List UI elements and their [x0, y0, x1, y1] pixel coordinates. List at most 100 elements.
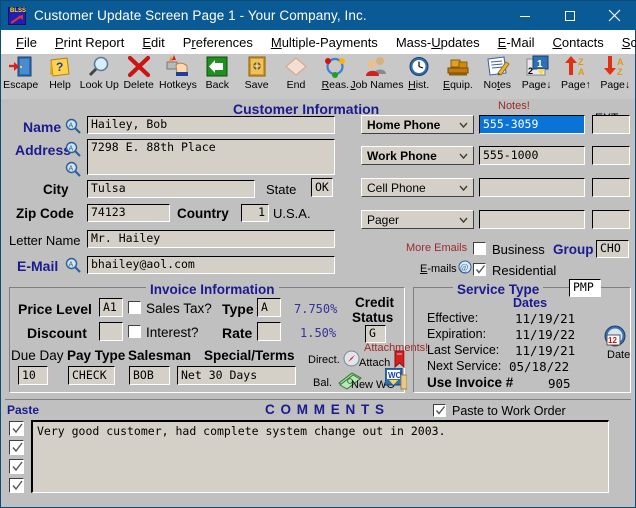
people-icon — [365, 57, 386, 76]
type-label: Type — [222, 301, 254, 317]
type-input[interactable]: A — [257, 298, 281, 317]
toolbar-label-back: Back — [205, 79, 229, 91]
cell-phone-type-select[interactable]: Cell Phone — [361, 178, 474, 197]
paste-checkbox-2[interactable] — [9, 440, 24, 455]
rate-input[interactable] — [257, 322, 281, 341]
toolbar-button-delete[interactable]: Delete — [119, 54, 158, 99]
maximize-button[interactable] — [547, 1, 592, 30]
toolbar-button-reassign[interactable]: Reas. — [316, 54, 355, 99]
toolbar-button-look-up[interactable]: Look Up — [80, 54, 119, 99]
work-phone-type-select[interactable]: Work Phone — [361, 146, 474, 165]
group-input[interactable]: CHO — [596, 240, 629, 258]
work-phone-input[interactable]: 555-1000 — [479, 146, 585, 165]
special-terms-input[interactable]: Net 30 Days — [177, 366, 296, 385]
help-book-icon: ? — [49, 57, 70, 77]
salesman-input[interactable]: BOB — [129, 366, 170, 385]
bookmark-attach-icon[interactable] — [393, 350, 406, 370]
paste-checkbox-1[interactable] — [9, 421, 24, 436]
menu-item-print-report[interactable]: Print Report — [46, 35, 133, 50]
checkmark-icon — [12, 461, 23, 472]
email-label: E-Mail — [17, 258, 59, 274]
menu-item-email[interactable]: E-Mail — [489, 35, 544, 50]
toolbar-button-page-down[interactable]: 1 2 Page↓ — [517, 54, 556, 99]
toolbar-button-notes[interactable]: Notes — [478, 54, 517, 99]
menu-item-contacts[interactable]: Contacts — [543, 35, 612, 50]
emails-label[interactable]: E-mails — [420, 263, 457, 275]
home-phone-type-select[interactable]: Home Phone — [361, 115, 474, 134]
tax-rate-display: 7.750% — [294, 302, 338, 316]
address-input[interactable]: 7298 E. 88th Place — [87, 139, 335, 175]
toolbar-button-escape[interactable]: Escape — [1, 54, 40, 99]
at-sign-icon[interactable]: @ — [458, 260, 472, 274]
date-picker-icon[interactable]: 12 — [603, 325, 627, 349]
work-phone-ext-input[interactable] — [592, 146, 630, 165]
home-phone-input[interactable]: 555-3059 — [479, 115, 585, 134]
credit-status-label-line1: Credit — [355, 295, 395, 310]
pay-type-input[interactable]: CHECK — [68, 366, 115, 385]
toolbar-label-look-up: Look Up — [79, 79, 119, 91]
close-button[interactable] — [592, 1, 636, 30]
email-input[interactable]: bhailey@aol.com — [87, 256, 335, 274]
checkmark-icon — [12, 442, 23, 453]
checkmark-icon — [12, 423, 23, 434]
price-level-input[interactable]: A1 — [99, 298, 123, 317]
compass-icon[interactable] — [343, 350, 360, 367]
menu-item-preferences[interactable]: Preferences — [174, 35, 262, 50]
country-code-input[interactable]: 1 — [241, 204, 269, 222]
toolbar-button-help[interactable]: ? Help — [40, 54, 79, 99]
notes-exclaim-label: Notes! — [498, 100, 530, 112]
toolbar-button-page-down-2[interactable]: A Z Page↓ — [596, 54, 635, 99]
minimize-button[interactable] — [502, 1, 547, 30]
toolbar-button-hotkeys[interactable]: Hotkeys — [158, 54, 197, 99]
sales-tax-checkbox[interactable] — [128, 301, 141, 314]
address-lookup-icon-1[interactable]: A — [65, 141, 81, 157]
business-label: Business — [492, 242, 545, 257]
discount-input[interactable] — [99, 322, 123, 341]
email-lookup-icon[interactable]: A — [65, 257, 81, 273]
pager-input[interactable] — [479, 210, 585, 229]
toolbar-label-equipment: Equip. — [443, 79, 473, 91]
paste-checkbox-3[interactable] — [9, 459, 24, 474]
cell-phone-input[interactable] — [479, 178, 585, 197]
due-day-input[interactable]: 10 — [18, 366, 48, 385]
name-lookup-icon[interactable]: A — [65, 118, 81, 134]
cell-phone-ext-input[interactable] — [592, 178, 630, 197]
next-service-label: Next Service: — [427, 359, 502, 373]
credit-status-input[interactable]: G — [365, 325, 386, 343]
name-input[interactable]: Hailey, Bob — [87, 116, 335, 134]
service-type-input[interactable]: PMP — [569, 279, 601, 297]
pager-type-select[interactable]: Pager — [361, 210, 474, 229]
city-input[interactable]: Tulsa — [87, 180, 255, 198]
toolbar-button-equipment[interactable]: Equip. — [438, 54, 477, 99]
customer-update-window: BLSS Customer Update Screen Page 1 - You… — [0, 0, 636, 508]
menu-item-file[interactable]: File — [7, 35, 46, 50]
home-phone-ext-input[interactable] — [592, 115, 630, 134]
pager-ext-input[interactable] — [592, 210, 630, 229]
toolbar-button-history[interactable]: Hist. — [399, 54, 438, 99]
menu-item-script[interactable]: Script — [613, 35, 636, 50]
zip-code-input[interactable]: 74123 — [87, 204, 170, 222]
menu-item-mass-updates[interactable]: Mass-Updates — [387, 35, 489, 50]
menu-item-edit[interactable]: Edit — [133, 35, 173, 50]
toolbar-label-history: Hist. — [408, 79, 430, 91]
menu-bar: File Print Report Edit Preferences Multi… — [1, 30, 636, 54]
toolbar-button-back[interactable]: Back — [198, 54, 237, 99]
paste-to-work-order-checkbox[interactable] — [433, 404, 446, 417]
menu-item-multiple-payments[interactable]: Multiple-Payments — [262, 35, 387, 50]
paste-checkbox-4[interactable] — [9, 478, 24, 493]
state-input[interactable]: OK — [311, 178, 333, 197]
residential-checkbox[interactable] — [473, 263, 486, 276]
letter-name-input[interactable]: Mr. Hailey — [87, 230, 335, 248]
interest-checkbox[interactable] — [128, 325, 141, 338]
address-lookup-icon-2[interactable]: A — [65, 161, 81, 177]
toolbar-button-page-up[interactable]: Z A Page↑ — [556, 54, 595, 99]
comments-textarea[interactable]: Very good customer, had complete system … — [31, 420, 609, 493]
invoice-information-header-wrap: Invoice Information — [146, 281, 279, 299]
toolbar-button-job-names[interactable]: Job Names — [350, 54, 404, 99]
toolbar-button-end[interactable]: End — [276, 54, 315, 99]
new-work-order-icon[interactable]: WO — [385, 368, 407, 390]
business-checkbox[interactable] — [473, 242, 486, 255]
chevron-down-icon — [459, 153, 468, 160]
toolbar-button-save[interactable]: Save — [237, 54, 276, 99]
app-logo-text: BLSS — [10, 7, 27, 14]
